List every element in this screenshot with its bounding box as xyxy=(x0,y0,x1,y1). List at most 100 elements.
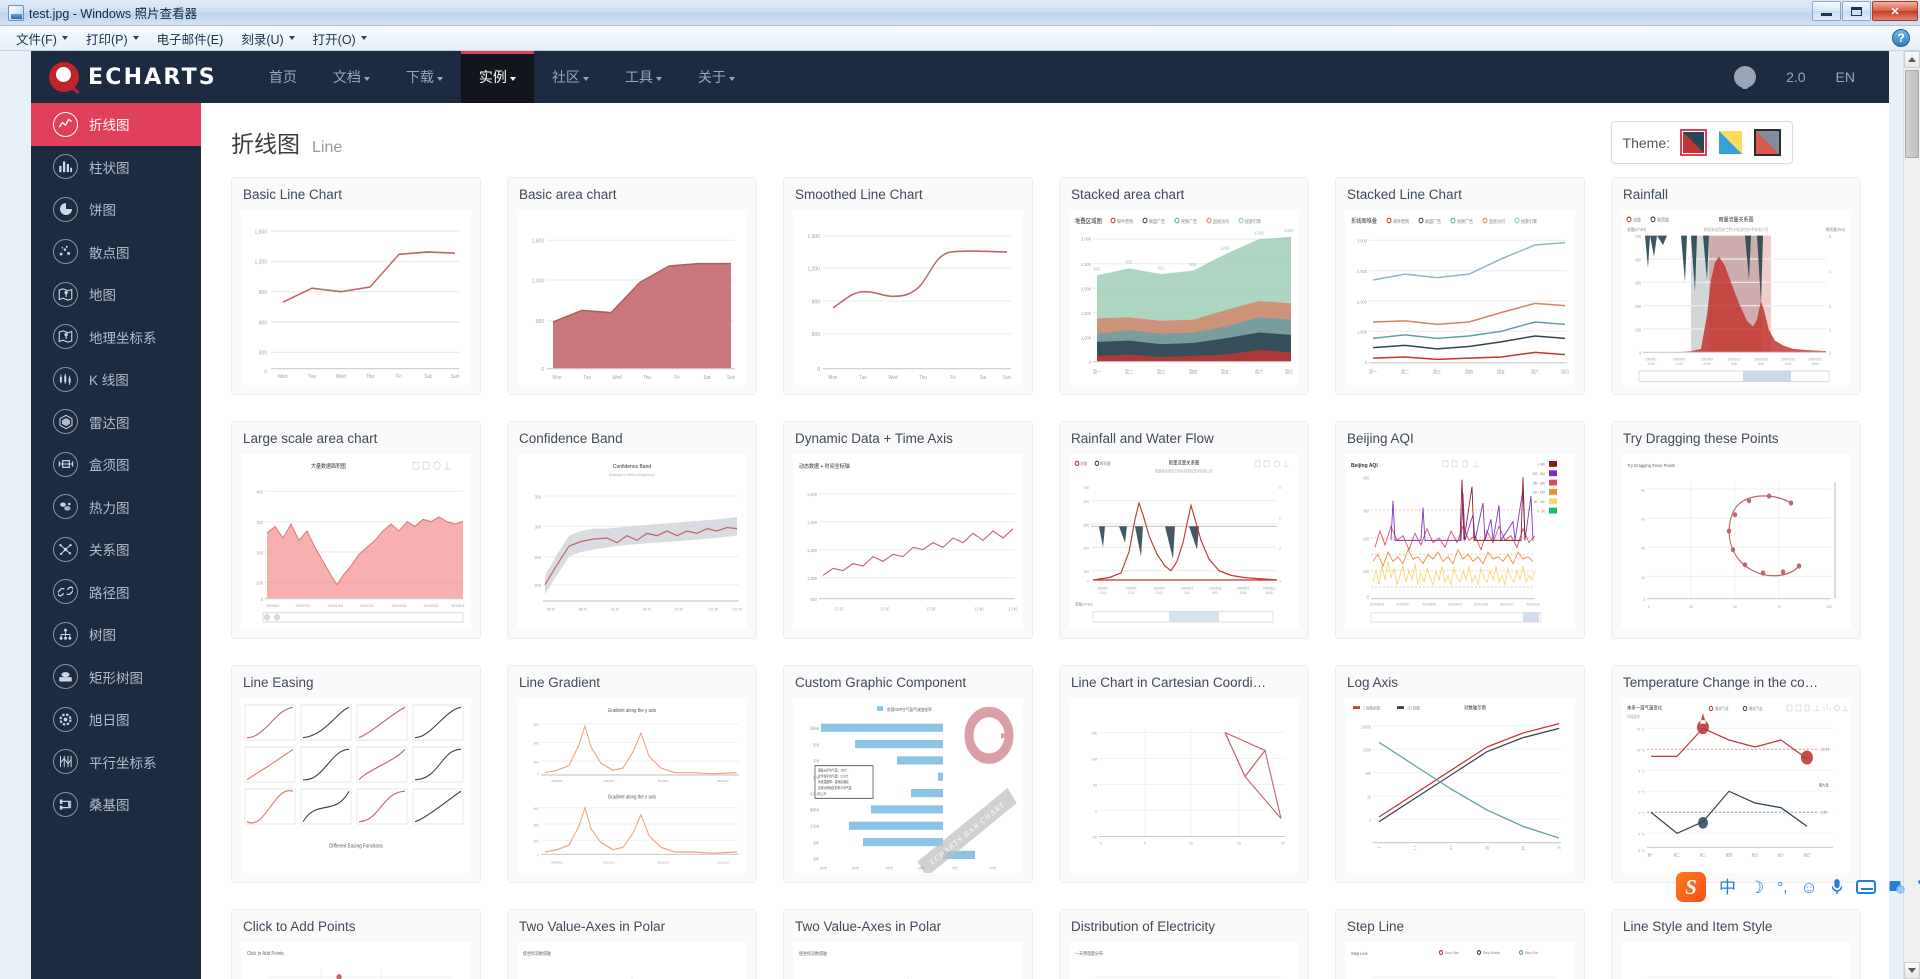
nav-item-home[interactable]: 首页 xyxy=(251,51,315,103)
example-card[interactable]: Stacked area chart 堆叠区域图 邮件营销 联盟广告 视频广告 … xyxy=(1059,177,1309,395)
example-card[interactable]: Two Value-Axes in Polar 极坐标双数值轴 xyxy=(507,909,757,979)
menu-item-burn[interactable]: 刻录(U) xyxy=(233,27,302,50)
svg-text:流量(m^3/s): 流量(m^3/s) xyxy=(1627,227,1647,232)
nav-item-tools[interactable]: 工具 xyxy=(607,51,680,103)
moon-mode-icon[interactable]: ☽ xyxy=(1749,879,1764,896)
example-card[interactable]: Line Gradient Gradient along the y axis … xyxy=(507,665,757,883)
chinese-mode-icon[interactable]: 中 xyxy=(1719,879,1736,896)
theme-swatch-dark[interactable] xyxy=(1754,129,1781,156)
examples-content: 折线图 Line Theme: Basic Line Chart 1,500 1… xyxy=(201,103,1889,979)
example-card[interactable]: Rainfall and Water Flow 流量 降雨量 雨量流量关系图 数… xyxy=(1059,421,1309,639)
svg-text:1,500: 1,500 xyxy=(532,238,544,244)
sidebar-item-line[interactable]: 折线图 xyxy=(31,103,201,146)
menu-item-print[interactable]: 打印(P) xyxy=(78,27,147,50)
example-card[interactable]: Click to Add Points Click to Add Points xyxy=(231,909,481,979)
minimize-button[interactable] xyxy=(1812,1,1841,21)
sidebar-item-pie[interactable]: 饼图 xyxy=(31,188,201,231)
svg-text:南美洲: 南美洲 xyxy=(810,807,819,812)
sidebar-item-label: 矩形树图 xyxy=(89,670,143,686)
close-button[interactable]: ✕ xyxy=(1872,1,1918,21)
sidebar-item-geo[interactable]: 地理坐标系 xyxy=(31,316,201,359)
example-card[interactable]: Step Line Step Line Step Start Step Midd… xyxy=(1335,909,1585,979)
voice-input-icon[interactable] xyxy=(1831,878,1843,896)
example-card[interactable]: Distribution of Electricity 一天用电量分布 早高峰 … xyxy=(1059,909,1309,979)
example-card[interactable]: Line Easing Different Easing Functions xyxy=(231,665,481,883)
sidebar-item-heatmap[interactable]: 热力图 xyxy=(31,486,201,529)
scrollbar-thumb[interactable] xyxy=(1905,70,1919,158)
sogou-input-toolbar[interactable]: S 中 ☽ °, ☺ 15 xyxy=(1672,871,1920,903)
chart-thumbnail: 1,500 1,200 900 600 300 0 Mon Tue Wed Thu Fri Sa… xyxy=(241,210,471,385)
sidebar-item-label: 路径图 xyxy=(89,585,130,601)
theme-swatch-default[interactable] xyxy=(1680,129,1707,156)
svg-text:5: 5 xyxy=(1144,842,1146,846)
svg-text:2,500: 2,500 xyxy=(1081,262,1092,267)
sidebar-item-graph[interactable]: 关系图 xyxy=(31,528,201,571)
sidebar-item-map[interactable]: 地图 xyxy=(31,273,201,316)
soft-keyboard-icon[interactable] xyxy=(1855,880,1876,894)
language-switch[interactable]: EN xyxy=(1836,69,1855,85)
github-icon[interactable] xyxy=(1734,66,1757,89)
svg-text:2014/01/22: 2014/01/22 xyxy=(1526,602,1540,606)
sidebar-item-sunburst[interactable]: 旭日图 xyxy=(31,698,201,741)
sidebar-item-candlestick[interactable]: K 线图 xyxy=(31,358,201,401)
window-controls[interactable]: ✕ xyxy=(1812,1,1918,21)
example-card[interactable]: Large scale area chart 大量数据面积图 400 300 2… xyxy=(231,421,481,639)
version-label[interactable]: 2.0 xyxy=(1786,69,1805,85)
card-title: Stacked Line Chart xyxy=(1336,178,1584,210)
example-card[interactable]: Two Value-Axes in Polar 极坐标双数值轴 xyxy=(783,909,1033,979)
example-card[interactable]: Log Axis 1 指数函数 1/3 指数 对数轴示例 10000 1000 … xyxy=(1335,665,1585,883)
example-card[interactable]: Basic Line Chart 1,500 1,200 900 600 300… xyxy=(231,177,481,395)
nav-item-docs[interactable]: 文档 xyxy=(315,51,388,103)
theme-swatch-light[interactable] xyxy=(1717,129,1744,156)
sidebar-item-bar[interactable]: 柱状图 xyxy=(31,146,201,189)
scroll-down-button[interactable] xyxy=(1904,962,1920,979)
example-card[interactable]: Stacked Line Chart 折线图堆叠 邮件营销 联盟广告 视频广告 … xyxy=(1335,177,1585,395)
sidebar-item-radar[interactable]: 雷达图 xyxy=(31,401,201,444)
svg-text:17:00: 17:00 xyxy=(1128,591,1135,595)
menu-item-open[interactable]: 打开(O) xyxy=(305,27,375,50)
example-card[interactable]: Try Dragging these Points Try Dragging t… xyxy=(1611,421,1861,639)
sogou-logo-icon[interactable]: S xyxy=(1676,872,1706,902)
nav-item-download[interactable]: 下载 xyxy=(388,51,461,103)
sidebar-item-sankey[interactable]: 桑基图 xyxy=(31,783,201,826)
theme-selector[interactable]: Theme: xyxy=(1610,121,1793,164)
example-card[interactable]: Line Chart in Cartesian Coordi… 150 100 … xyxy=(1059,665,1309,883)
svg-text:2009/5/19: 2009/5/19 xyxy=(1237,586,1250,590)
chevron-down-icon xyxy=(582,76,589,81)
sidebar-item-lines[interactable]: 路径图 xyxy=(31,571,201,614)
svg-text:40: 40 xyxy=(1641,546,1645,550)
chevron-down-icon xyxy=(360,36,367,40)
nav-item-examples[interactable]: 实例 xyxy=(460,51,534,103)
example-card[interactable]: Temperature Change in the co… 未来一周气温变化 纯… xyxy=(1611,665,1861,883)
calendar-icon[interactable]: 15 xyxy=(1889,879,1905,895)
menu-item-email[interactable]: 电子邮件(E) xyxy=(149,27,232,50)
example-card[interactable]: Beijing AQI Beijing AQI > 300 200 - 300 … xyxy=(1335,421,1585,639)
emoji-icon[interactable]: ☺ xyxy=(1800,879,1817,896)
brand-logo[interactable]: ECHARTS xyxy=(31,62,251,92)
punctuation-icon[interactable]: °, xyxy=(1777,880,1787,895)
scroll-up-button[interactable] xyxy=(1904,51,1920,68)
sidebar-item-tree[interactable]: 树图 xyxy=(31,613,201,656)
example-card[interactable]: Dynamic Data + Time Axis 动态数据 + 时间坐标轴 1,… xyxy=(783,421,1033,639)
svg-text:200: 200 xyxy=(1635,304,1642,309)
sidebar-item-scatter[interactable]: 散点图 xyxy=(31,231,201,274)
example-card[interactable]: Rainfall 流量 降雨量 雨量流量关系图 数据来自西安兰特水电测控技术有限… xyxy=(1611,177,1861,395)
card-title: Temperature Change in the co… xyxy=(1612,666,1860,698)
example-card[interactable]: Confidence Band Confidence Band Example … xyxy=(507,421,757,639)
sidebar-item-treemap[interactable]: 矩形树图 xyxy=(31,656,201,699)
menu-item-file[interactable]: 文件(F) xyxy=(8,27,76,50)
nav-item-community[interactable]: 社区 xyxy=(534,51,607,103)
example-card[interactable]: Line Style and Item Style xyxy=(1611,909,1861,979)
nav-item-about[interactable]: 关于 xyxy=(680,51,753,103)
example-card[interactable]: Custom Graphic Component 各国GDP分气温/气候变化率 xyxy=(783,665,1033,883)
example-card[interactable]: Smoothed Line Chart 1,500 1,200 900 600 0 xyxy=(783,177,1033,395)
chart-type-sidebar[interactable]: 折线图 柱状图 饼图 散点图 地图 地理坐标系 K 线图 雷达图 盒须图 热力图… xyxy=(31,103,201,979)
svg-text:极坐标双数值轴: 极坐标双数值轴 xyxy=(799,949,828,957)
sidebar-item-boxplot[interactable]: 盒须图 xyxy=(31,443,201,486)
help-icon[interactable]: ? xyxy=(1892,29,1910,47)
svg-text:3:00: 3:00 xyxy=(1731,362,1737,366)
page-scrollbar[interactable] xyxy=(1903,51,1920,979)
sidebar-item-parallel[interactable]: 平行坐标系 xyxy=(31,741,201,784)
example-card[interactable]: Basic area chart 1,500 1,000 500 0 Mon T… xyxy=(507,177,757,395)
maximize-button[interactable] xyxy=(1842,1,1871,21)
